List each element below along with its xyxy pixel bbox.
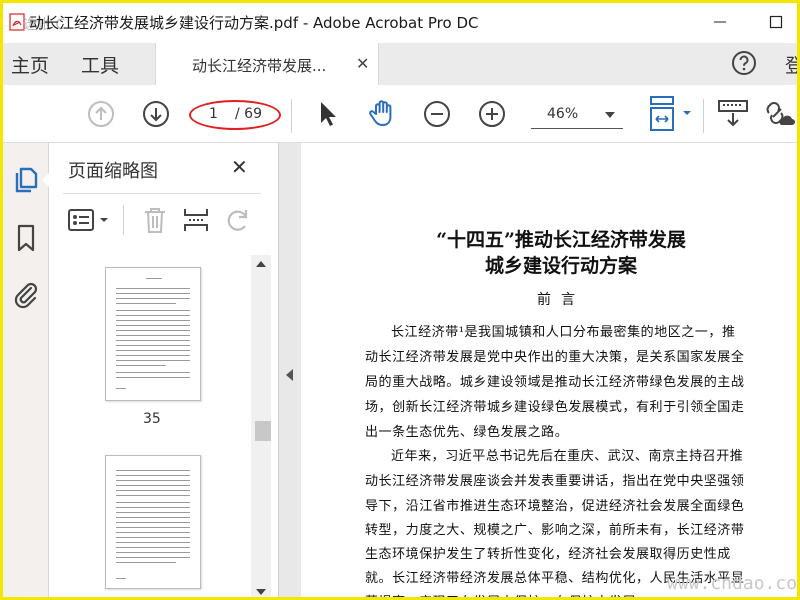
- document-line: 生态环境保护发生了转折性变化，经济社会发展取得历史性成: [365, 547, 731, 562]
- document-line: 出一条生态优先、绿色发展之路。: [365, 425, 569, 440]
- document-title-line-2: 城乡建设行动方案: [484, 255, 637, 277]
- thumbnail-page-number: 35: [143, 411, 161, 427]
- tab-tools[interactable]: 工具: [81, 51, 119, 78]
- link-share-icon[interactable]: [759, 99, 795, 129]
- minimize-icon: [714, 21, 726, 23]
- title-bar: 选帐 C 动长江经济带发展城乡建设行动方案.pdf - Adobe Acroba…: [3, 3, 797, 43]
- thumbnail-scrollbar[interactable]: [251, 255, 271, 597]
- panel-collapse-handle[interactable]: [279, 143, 301, 597]
- tabs-bar: 主页 工具 动长江经济带发展... ✕ 登: [3, 43, 797, 85]
- thumbnail-options-icon[interactable]: [67, 207, 113, 233]
- next-page-icon[interactable]: [142, 100, 170, 128]
- page-thumbnail[interactable]: [105, 267, 201, 401]
- document-line: 导下，沿江省市推进生态环境整治，促进经济社会发展全面绿色: [365, 499, 745, 514]
- document-viewport[interactable]: “十四五”推动长江经济带发展 城乡建设行动方案 前言 长江经济带¹是我国城镇和人…: [301, 143, 797, 597]
- toolbar-divider: [291, 99, 292, 133]
- document-line: 动长江经济带发展座谈会并发表重要讲话，指出在党中央坚强领: [365, 474, 745, 489]
- select-cursor-icon[interactable]: [317, 99, 339, 129]
- panel-title: 页面缩略图: [68, 161, 158, 182]
- maximize-button[interactable]: [761, 9, 791, 35]
- toolbar-divider: [703, 99, 704, 133]
- panel-tool-divider: [123, 205, 124, 235]
- minimize-button[interactable]: [705, 9, 735, 35]
- tab-document[interactable]: 动长江经济带发展... ✕: [155, 43, 379, 85]
- tab-home[interactable]: 主页: [11, 51, 49, 78]
- hand-tool-icon[interactable]: [367, 97, 399, 129]
- thumbnails-list: 35: [49, 245, 269, 597]
- delete-page-icon[interactable]: [141, 205, 169, 235]
- close-tab-icon[interactable]: ✕: [356, 54, 369, 73]
- zoom-value: 46%: [547, 106, 579, 122]
- thumbnail-panel: 页面缩略图 ✕ 35: [49, 143, 279, 597]
- document-line: 场，创新长江经济带城乡建设绿色发展模式，有利于引领全国走: [365, 400, 745, 415]
- watermark: www.cndao.com: [667, 573, 800, 594]
- chevron-left-icon: [286, 369, 293, 381]
- bookmark-icon[interactable]: [11, 223, 41, 253]
- sign-in-partial[interactable]: 登: [785, 51, 797, 78]
- previous-page-icon[interactable]: [87, 100, 115, 128]
- page-thumbnails-icon[interactable]: [11, 165, 41, 195]
- maximize-icon: [769, 15, 783, 29]
- document-title-line-1: “十四五”推动长江经济带发展: [436, 229, 686, 251]
- red-highlight-ellipse: [189, 100, 281, 130]
- chevron-down-icon: [605, 112, 615, 118]
- document-line: 近年来，习近平总书记先后在重庆、武汉、南京主持召开推: [391, 449, 744, 464]
- document-line: 动长江经济带发展是党中央作出的重大决策，是关系国家发展全: [365, 350, 745, 365]
- chevron-down-icon[interactable]: [256, 589, 266, 595]
- fit-page-icon[interactable]: [647, 95, 695, 133]
- zoom-dropdown[interactable]: 46%: [531, 101, 623, 129]
- close-panel-icon[interactable]: ✕: [231, 155, 248, 179]
- screen-frame: 选帐 C 动长江经济带发展城乡建设行动方案.pdf - Adobe Acroba…: [0, 0, 800, 600]
- scrollbar-thumb[interactable]: [255, 421, 271, 441]
- left-navigation-strip: [3, 143, 49, 597]
- rotate-page-icon[interactable]: [223, 205, 253, 235]
- insert-page-icon[interactable]: [181, 205, 211, 235]
- document-tab-label: 动长江经济带发展...: [192, 57, 327, 75]
- document-line: 长江经济带¹是我国城镇和人口分布最密集的地区之一，推: [391, 325, 736, 340]
- toolbar: 1 / 69 46%: [3, 85, 797, 143]
- page-thumbnail[interactable]: [105, 455, 201, 589]
- document-heading: 前言: [537, 292, 585, 308]
- help-icon[interactable]: [730, 49, 758, 77]
- read-mode-icon[interactable]: [717, 99, 749, 129]
- active-pointer-icon: [42, 173, 49, 187]
- window-title: 动长江经济带发展城乡建设行动方案.pdf - Adobe Acrobat Pro…: [29, 14, 479, 32]
- document-line: 局的重大战略。城乡建设领域是推动长江经济带绿色发展的主战: [365, 375, 745, 390]
- document-line: 转型，力度之大、规模之广、影响之深，前所未有，长江经济带: [365, 523, 745, 538]
- attachment-icon[interactable]: [11, 279, 41, 309]
- zoom-out-icon[interactable]: [423, 100, 451, 128]
- zoom-in-icon[interactable]: [478, 100, 506, 128]
- chevron-up-icon[interactable]: [256, 261, 266, 267]
- panel-divider: [63, 193, 261, 194]
